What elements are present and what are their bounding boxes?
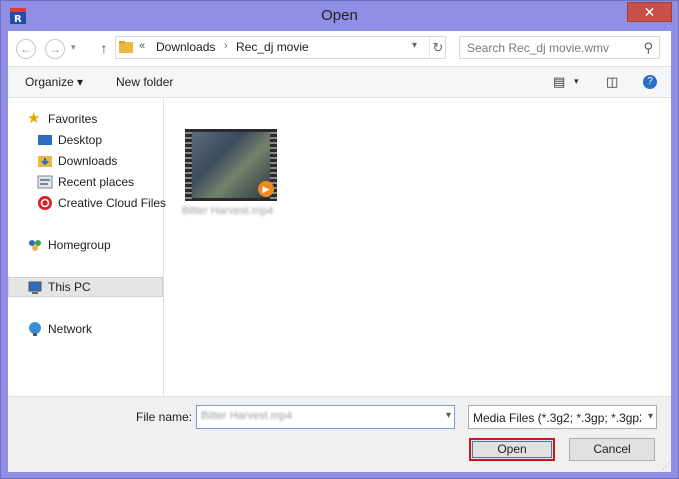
refresh-icon[interactable]: ↻: [429, 37, 446, 58]
file-type-select[interactable]: Media Files (*.3g2; *.3gp; *.3gp2 ▾: [468, 405, 657, 429]
preview-pane-icon[interactable]: ◫: [606, 74, 618, 90]
downloads-folder-icon: [38, 156, 52, 167]
sidebar-item-favorites[interactable]: ★ Favorites: [8, 109, 163, 129]
file-name-dropdown-icon[interactable]: ▾: [446, 410, 451, 421]
recent-locations-chevron-icon[interactable]: ▾: [71, 42, 76, 53]
cancel-button[interactable]: Cancel: [569, 438, 655, 461]
file-name-label: Bitter Harvest.mp4: [182, 205, 274, 217]
dialog-footer: File name: Bitter Harvest.mp4 ▾ Media Fi…: [8, 396, 671, 472]
sidebar-item-homegroup[interactable]: Homegroup: [8, 235, 163, 255]
breadcrumb-overflow[interactable]: «: [139, 40, 145, 52]
breadcrumb-rec-dj-movie[interactable]: Rec_dj movie: [236, 40, 309, 54]
dialog-body: ★ Favorites Desktop Downloads Recent pla…: [8, 99, 671, 396]
file-name-label: File name:: [136, 410, 193, 424]
file-item[interactable]: ▶ Bitter Harvest.mp4: [182, 125, 282, 225]
new-folder-button[interactable]: New folder: [116, 75, 173, 89]
file-name-value[interactable]: Bitter Harvest.mp4: [201, 410, 292, 422]
sidebar-item-label: Homegroup: [48, 238, 111, 252]
command-toolbar: Organize ▾ New folder ▤ ▾ ◫ ?: [8, 66, 671, 98]
star-icon: ★: [27, 110, 41, 127]
recent-places-icon: [37, 175, 53, 189]
breadcrumb-downloads[interactable]: Downloads: [156, 40, 215, 54]
folder-icon: [119, 41, 133, 53]
address-bar[interactable]: « Downloads › Rec_dj movie ▾ ↻: [115, 36, 446, 59]
close-button[interactable]: ✕: [627, 2, 672, 22]
search-box[interactable]: Search Rec_dj movie.wmv ⚲: [459, 36, 660, 59]
sidebar-item-network[interactable]: Network: [8, 319, 163, 339]
file-list[interactable]: ▶ Bitter Harvest.mp4: [165, 99, 671, 396]
sidebar-item-label: This PC: [48, 280, 91, 294]
up-button[interactable]: ↑: [97, 38, 111, 58]
sidebar-item-recent-places[interactable]: Recent places: [8, 172, 163, 192]
open-button[interactable]: Open: [469, 438, 555, 461]
sidebar-item-label: Downloads: [58, 154, 118, 168]
sidebar-item-downloads[interactable]: Downloads: [8, 151, 163, 171]
open-dialog: R Open ✕ ← → ▾ ↑ « Downloads › Rec_dj mo…: [0, 0, 679, 479]
forward-button[interactable]: →: [45, 39, 65, 59]
view-options-icon[interactable]: ▤: [553, 74, 565, 90]
creative-cloud-icon: [38, 196, 52, 210]
sidebar-item-label: Favorites: [48, 112, 98, 126]
search-input[interactable]: Search Rec_dj movie.wmv: [467, 41, 609, 55]
desktop-icon: [38, 135, 52, 145]
file-name-field[interactable]: Bitter Harvest.mp4 ▾: [196, 405, 455, 429]
breadcrumb-separator-icon: ›: [224, 40, 228, 52]
sidebar-item-desktop[interactable]: Desktop: [8, 130, 163, 150]
sidebar-item-label: Desktop: [58, 133, 103, 147]
sidebar-item-this-pc[interactable]: This PC: [8, 277, 163, 297]
navigation-pane: ★ Favorites Desktop Downloads Recent pla…: [8, 99, 167, 396]
view-dropdown-icon[interactable]: ▾: [574, 76, 579, 87]
navigation-bar: ← → ▾ ↑ « Downloads › Rec_dj movie ▾ ↻ S…: [8, 31, 671, 66]
resize-grip-icon[interactable]: ⋰: [662, 462, 670, 471]
file-type-value: Media Files (*.3g2; *.3gp; *.3gp2: [473, 411, 641, 425]
window-title: Open: [321, 7, 358, 24]
sidebar-item-label: Creative Cloud Files: [58, 196, 167, 210]
computer-icon: [28, 281, 42, 294]
title-bar[interactable]: R Open ✕: [1, 1, 678, 31]
back-button[interactable]: ←: [16, 39, 36, 59]
dialog-client: ← → ▾ ↑ « Downloads › Rec_dj movie ▾ ↻ S…: [8, 31, 671, 472]
file-type-dropdown-icon[interactable]: ▾: [648, 411, 653, 422]
sidebar-item-creative-cloud-files[interactable]: Creative Cloud Files: [8, 193, 167, 213]
help-icon[interactable]: ?: [643, 75, 657, 89]
homegroup-icon: [29, 240, 41, 251]
media-player-icon: ▶: [258, 181, 274, 197]
search-icon[interactable]: ⚲: [643, 40, 653, 56]
network-icon: [29, 322, 41, 336]
organize-button[interactable]: Organize ▾: [25, 75, 83, 89]
sidebar-item-label: Network: [48, 322, 93, 336]
sidebar-item-label: Recent places: [58, 175, 135, 189]
address-dropdown-icon[interactable]: ▾: [412, 40, 417, 51]
